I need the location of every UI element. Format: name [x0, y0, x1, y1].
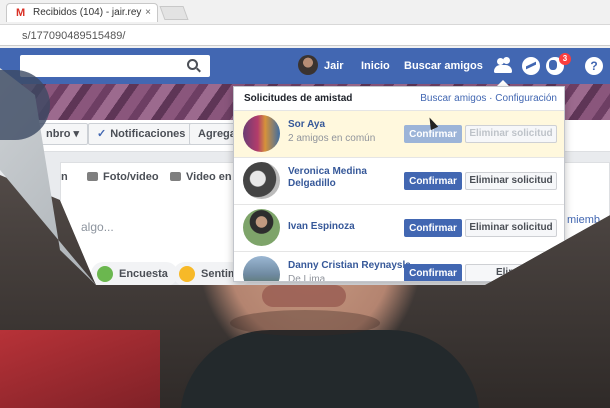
help-icon[interactable]: ?	[585, 57, 603, 75]
composer-tab-photo[interactable]: Foto/video	[87, 171, 159, 183]
requester-avatar[interactable]	[243, 256, 280, 281]
messenger-icon[interactable]	[522, 57, 540, 75]
delete-request-button[interactable]: Eliminar solicitud	[465, 125, 557, 143]
notifications-button-label: Notificaciones	[110, 128, 186, 140]
requester-avatar[interactable]	[243, 162, 280, 199]
friend-request-row: Veronica Medina Delgadillo Confirmar Eli…	[234, 158, 564, 205]
background-red-fabric	[0, 330, 160, 408]
search-icon[interactable]	[187, 59, 198, 70]
requester-name[interactable]: Ivan Espinoza	[288, 221, 408, 233]
poll-button[interactable]: Encuesta	[91, 262, 178, 285]
find-friends-link[interactable]: Buscar amigos	[404, 48, 483, 84]
user-avatar[interactable]	[298, 55, 318, 75]
person-chin-shadow	[230, 310, 380, 336]
requester-location: De Lima	[288, 274, 326, 282]
photo-video-label: Foto/video	[103, 171, 159, 183]
address-bar[interactable]: s/177090489515489/	[0, 24, 610, 46]
smiley-icon	[179, 266, 195, 282]
dropdown-header: Solicitudes de amistad Buscar amigos · C…	[234, 87, 564, 111]
person-lips	[262, 285, 346, 307]
find-friends-dropdown-link[interactable]: Buscar amigos	[420, 93, 486, 104]
poll-icon	[97, 266, 113, 282]
profile-link[interactable]: Jair	[324, 48, 344, 84]
confirm-button[interactable]: Confirmar	[404, 264, 462, 281]
video-icon	[170, 172, 181, 181]
member-button[interactable]: nbro ▾	[38, 123, 89, 145]
settings-link[interactable]: Configuración	[495, 93, 557, 104]
search-input[interactable]	[20, 55, 210, 77]
confirm-button[interactable]: Confirmar	[404, 219, 462, 237]
poll-label: Encuesta	[119, 268, 168, 280]
check-icon: ✓	[97, 128, 107, 140]
tab-title: Recibidos (104) - jair.rey	[33, 7, 142, 18]
home-link[interactable]: Inicio	[361, 48, 390, 84]
requester-name[interactable]: Danny Cristian Reynaysla	[288, 260, 418, 272]
person-shirt	[180, 330, 480, 408]
requester-name[interactable]: Sor Aya	[288, 119, 408, 131]
friend-requests-dropdown: Solicitudes de amistad Buscar amigos · C…	[233, 86, 565, 282]
composer-tab-post[interactable]: n	[61, 171, 68, 183]
gmail-icon: M	[16, 7, 26, 19]
friend-request-row: Ivan Espinoza Confirmar Eliminar solicit…	[234, 205, 564, 252]
link-separator: ·	[486, 93, 496, 104]
browser-chrome: M Recibidos (104) - jair.rey × s/1770904…	[0, 0, 610, 48]
tab-close-icon[interactable]: ×	[145, 4, 151, 22]
requester-avatar[interactable]	[243, 115, 280, 152]
browser-tab-gmail[interactable]: M Recibidos (104) - jair.rey ×	[6, 3, 158, 22]
delete-request-button[interactable]: Eliminar solicitud	[465, 172, 557, 190]
facebook-topbar: Jair Inicio Buscar amigos 3 ?	[0, 48, 610, 84]
dropdown-links: Buscar amigos · Configuración	[420, 93, 557, 104]
delete-request-button[interactable]: Eliminar solicitud	[465, 219, 557, 237]
new-tab-button[interactable]	[159, 6, 189, 20]
notifications-button[interactable]: ✓ Notificaciones	[88, 123, 195, 145]
confirm-button[interactable]: Confirmar	[404, 172, 462, 190]
friends-icon[interactable]	[494, 57, 512, 75]
requester-name[interactable]: Veronica Medina Delgadillo	[288, 166, 408, 190]
notification-badge: 3	[559, 53, 571, 65]
friend-request-row: Sor Aya 2 amigos en común Confirmar Elim…	[234, 111, 564, 158]
dropdown-title: Solicitudes de amistad	[244, 93, 353, 104]
composer-placeholder[interactable]: algo...	[81, 220, 114, 234]
camera-icon	[87, 172, 98, 181]
mutual-friends[interactable]: 2 amigos en común	[288, 133, 375, 144]
requester-avatar[interactable]	[243, 209, 280, 246]
